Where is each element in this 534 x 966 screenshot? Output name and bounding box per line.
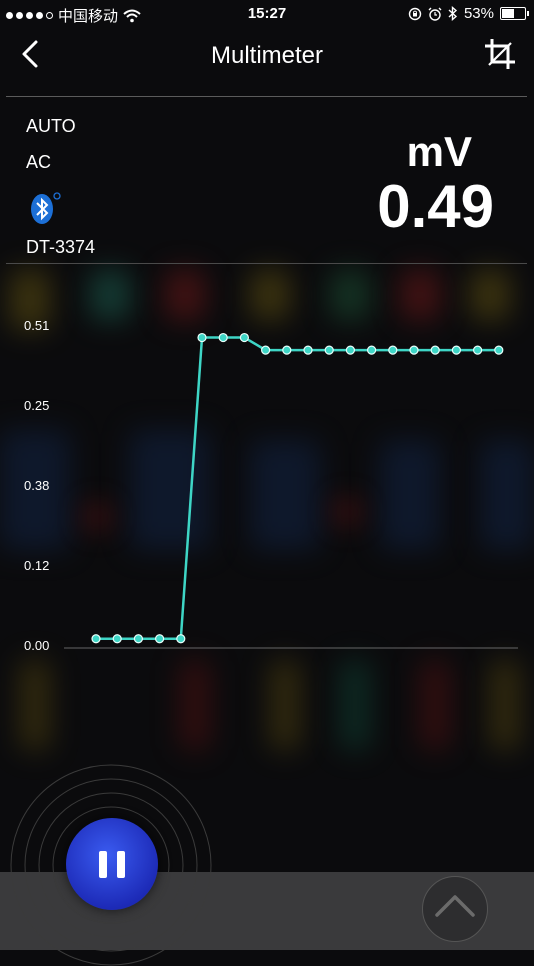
page-title: Multimeter (210, 42, 324, 69)
bluetooth-status-icon (448, 6, 458, 21)
data-point (261, 345, 271, 355)
data-point (133, 634, 143, 644)
reading-unit: mV (406, 128, 472, 175)
pause-icon (99, 851, 107, 878)
y-tick-label: 0.12 (24, 558, 49, 573)
data-point (473, 345, 483, 355)
header-divider (6, 96, 527, 97)
info-divider (6, 263, 527, 264)
data-point (176, 634, 186, 644)
data-point (451, 345, 461, 355)
alarm-icon (428, 7, 442, 21)
bluetooth-icon (31, 192, 61, 224)
data-point (430, 345, 440, 355)
data-point (303, 345, 313, 355)
status-bar: 中国移动 15:27 53% (0, 0, 534, 28)
y-tick-label: 0.38 (24, 478, 49, 493)
y-tick-label: 0.00 (24, 638, 49, 653)
data-point (197, 332, 207, 343)
data-point (324, 345, 334, 355)
data-point (239, 332, 249, 343)
crop-icon[interactable] (484, 38, 516, 70)
data-point (345, 345, 355, 355)
data-point (367, 345, 377, 355)
signal-mode: AC (26, 152, 52, 172)
device-name: DT-3374 (26, 237, 96, 257)
y-tick-label: 0.25 (24, 398, 49, 413)
nav-bar: Multimeter (0, 28, 534, 96)
range-mode: AUTO (26, 116, 76, 136)
data-point (112, 634, 122, 644)
data-point (155, 634, 165, 644)
battery-percent: 53% (463, 5, 494, 22)
y-tick-label: 0.51 (24, 318, 49, 333)
battery-icon (500, 7, 529, 20)
data-point (282, 345, 292, 355)
data-point (388, 345, 398, 355)
chevron-up-icon (435, 895, 475, 917)
data-point (218, 332, 228, 343)
pause-button[interactable] (66, 818, 158, 910)
data-point (409, 345, 419, 355)
data-point (494, 345, 504, 355)
series-line (96, 336, 499, 640)
rotation-lock-icon (408, 7, 422, 20)
reading-value: 0.49 (377, 173, 494, 240)
data-point (91, 634, 101, 644)
expand-button[interactable] (422, 876, 488, 942)
voltage-line-chart: 0.51 0.25 0.38 0.12 0.00 (24, 318, 518, 653)
